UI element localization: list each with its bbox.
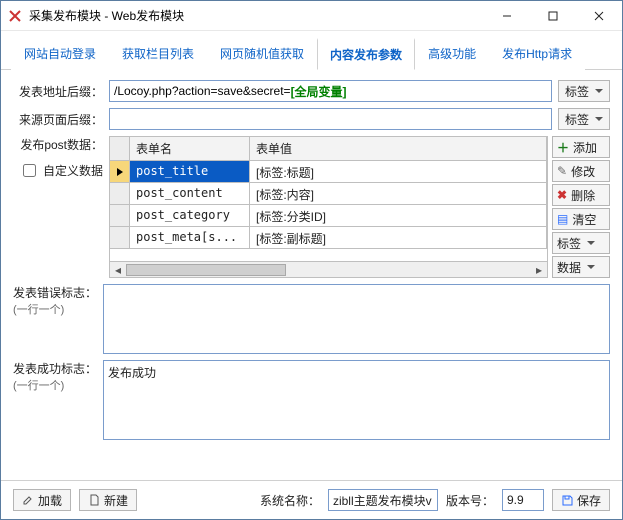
- cell-value[interactable]: [标签:分类ID]: [250, 205, 547, 226]
- grid-hscrollbar[interactable]: ◂ ▸: [110, 261, 547, 277]
- grid-col-name[interactable]: 表单名: [130, 137, 250, 160]
- table-row[interactable]: post_title [标签:标题]: [110, 161, 547, 183]
- load-button[interactable]: 加载: [13, 489, 71, 511]
- grid-body: post_title [标签:标题] post_content [标签:内容] …: [110, 161, 547, 261]
- success-flags-textarea[interactable]: [103, 360, 610, 440]
- delete-button[interactable]: ✖删除: [552, 184, 610, 206]
- form-body: 发表地址后缀： /Locoy.php?action=save&secret=[全…: [1, 70, 622, 480]
- selected-row-icon: [117, 168, 123, 176]
- app-icon: [7, 8, 23, 24]
- maximize-button[interactable]: [530, 1, 576, 31]
- err-label-wrap: 发表错误标志： (一行一个): [13, 284, 97, 354]
- custom-data-label: 自定义数据: [43, 162, 103, 179]
- add-button[interactable]: ＋添加: [552, 136, 610, 158]
- pencil-icon: ✎: [557, 164, 567, 178]
- plus-icon: ＋: [557, 139, 569, 156]
- clear-icon: ▤: [557, 212, 568, 226]
- save-button[interactable]: 保存: [552, 489, 610, 511]
- clear-button[interactable]: ▤清空: [552, 208, 610, 230]
- post-url-label: 发表地址后缀：: [13, 83, 103, 100]
- custom-data-checkbox[interactable]: 自定义数据: [19, 161, 103, 180]
- new-button[interactable]: 新建: [79, 489, 137, 511]
- cell-name[interactable]: post_meta[s...: [130, 227, 250, 248]
- cell-name[interactable]: post_content: [130, 183, 250, 204]
- table-row[interactable]: post_meta[s... [标签:副标题]: [110, 227, 547, 249]
- post-url-input[interactable]: /Locoy.php?action=save&secret=[全局变量]: [109, 80, 552, 102]
- post-url-var: [全局变量]: [291, 83, 347, 100]
- ref-label: 来源页面后缀：: [13, 111, 103, 128]
- close-button[interactable]: [576, 1, 622, 31]
- side-data-button[interactable]: 数据: [552, 256, 610, 278]
- footer: 加载 新建 系统名称： 版本号： 保存: [1, 480, 622, 519]
- edit-icon: [22, 494, 34, 506]
- err-perline: (一行一个): [13, 304, 64, 316]
- file-icon: [88, 494, 100, 506]
- table-row[interactable]: post_content [标签:内容]: [110, 183, 547, 205]
- tab-publish-params[interactable]: 内容发布参数: [317, 38, 415, 70]
- minimize-button[interactable]: [484, 1, 530, 31]
- custom-data-checkbox-input[interactable]: [23, 164, 36, 177]
- save-icon: [561, 494, 573, 506]
- ok-label-wrap: 发表成功标志： (一行一个): [13, 360, 97, 440]
- tab-auto-login[interactable]: 网站自动登录: [11, 38, 109, 70]
- titlebar: 采集发布模块 - Web发布模块: [1, 1, 622, 31]
- sysname-input[interactable]: [328, 489, 438, 511]
- grid-corner: [110, 137, 130, 160]
- table-row[interactable]: post_category [标签:分类ID]: [110, 205, 547, 227]
- window-title: 采集发布模块 - Web发布模块: [29, 7, 484, 24]
- post-fields-grid[interactable]: 表单名 表单值 post_title [标签:标题] post_content …: [109, 136, 548, 278]
- post-url-text: /Locoy.php?action=save&secret=: [114, 84, 291, 98]
- ok-label: 发表成功标志：: [13, 362, 97, 376]
- cell-value[interactable]: [标签:内容]: [250, 183, 547, 204]
- tab-advanced[interactable]: 高级功能: [415, 38, 489, 70]
- cell-value[interactable]: [标签:标题]: [250, 161, 547, 182]
- post-url-tag-button[interactable]: 标签: [558, 80, 610, 102]
- grid-side-buttons: ＋添加 ✎修改 ✖删除 ▤清空 标签 数据: [552, 136, 610, 278]
- grid-header: 表单名 表单值: [110, 137, 547, 161]
- edit-button[interactable]: ✎修改: [552, 160, 610, 182]
- cell-value[interactable]: [标签:副标题]: [250, 227, 547, 248]
- app-window: 采集发布模块 - Web发布模块 网站自动登录 获取栏目列表 网页随机值获取 内…: [0, 0, 623, 520]
- grid-col-value[interactable]: 表单值: [250, 137, 547, 160]
- tab-random-value[interactable]: 网页随机值获取: [207, 38, 317, 70]
- scroll-right-icon[interactable]: ▸: [531, 263, 547, 277]
- version-label: 版本号：: [446, 492, 494, 509]
- scroll-left-icon[interactable]: ◂: [110, 263, 126, 277]
- tabstrip: 网站自动登录 获取栏目列表 网页随机值获取 内容发布参数 高级功能 发布Http…: [1, 31, 622, 70]
- ref-tag-button[interactable]: 标签: [558, 108, 610, 130]
- side-tag-button[interactable]: 标签: [552, 232, 610, 254]
- ok-perline: (一行一个): [13, 380, 64, 392]
- scroll-thumb[interactable]: [126, 264, 286, 276]
- cell-name[interactable]: post_category: [130, 205, 250, 226]
- version-input[interactable]: [502, 489, 544, 511]
- row-indicator: [110, 161, 130, 182]
- ref-input[interactable]: [109, 108, 552, 130]
- error-flags-textarea[interactable]: [103, 284, 610, 354]
- postdata-label: 发布post数据：: [20, 136, 103, 153]
- cell-name[interactable]: post_title: [130, 161, 250, 182]
- x-icon: ✖: [557, 188, 567, 202]
- tab-http-request[interactable]: 发布Http请求: [489, 38, 585, 70]
- tab-get-columns[interactable]: 获取栏目列表: [109, 38, 207, 70]
- sysname-label: 系统名称：: [260, 492, 320, 509]
- err-label: 发表错误标志：: [13, 286, 97, 300]
